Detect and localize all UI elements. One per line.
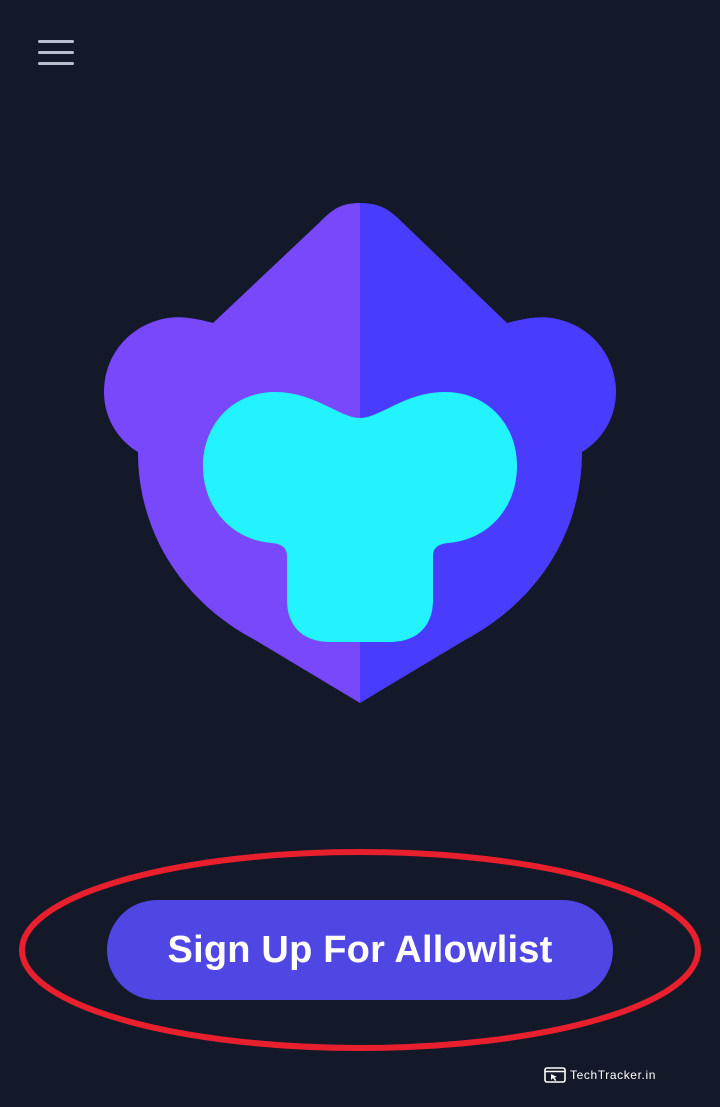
app-screen: Sign Up For Allowlist TechTracker.in <box>0 0 720 1107</box>
signup-allowlist-button[interactable]: Sign Up For Allowlist <box>107 900 613 1000</box>
hamburger-menu-icon <box>38 40 74 43</box>
menu-button[interactable] <box>30 32 82 72</box>
watermark: TechTracker.in <box>544 1064 656 1086</box>
signup-section: Sign Up For Allowlist <box>0 840 720 1060</box>
watermark-text: TechTracker.in <box>570 1068 656 1082</box>
browser-window-icon <box>544 1067 566 1083</box>
monkey-head-logo <box>104 203 616 703</box>
hamburger-menu-icon-bar <box>38 62 74 65</box>
hamburger-menu-icon-bar <box>38 51 74 54</box>
